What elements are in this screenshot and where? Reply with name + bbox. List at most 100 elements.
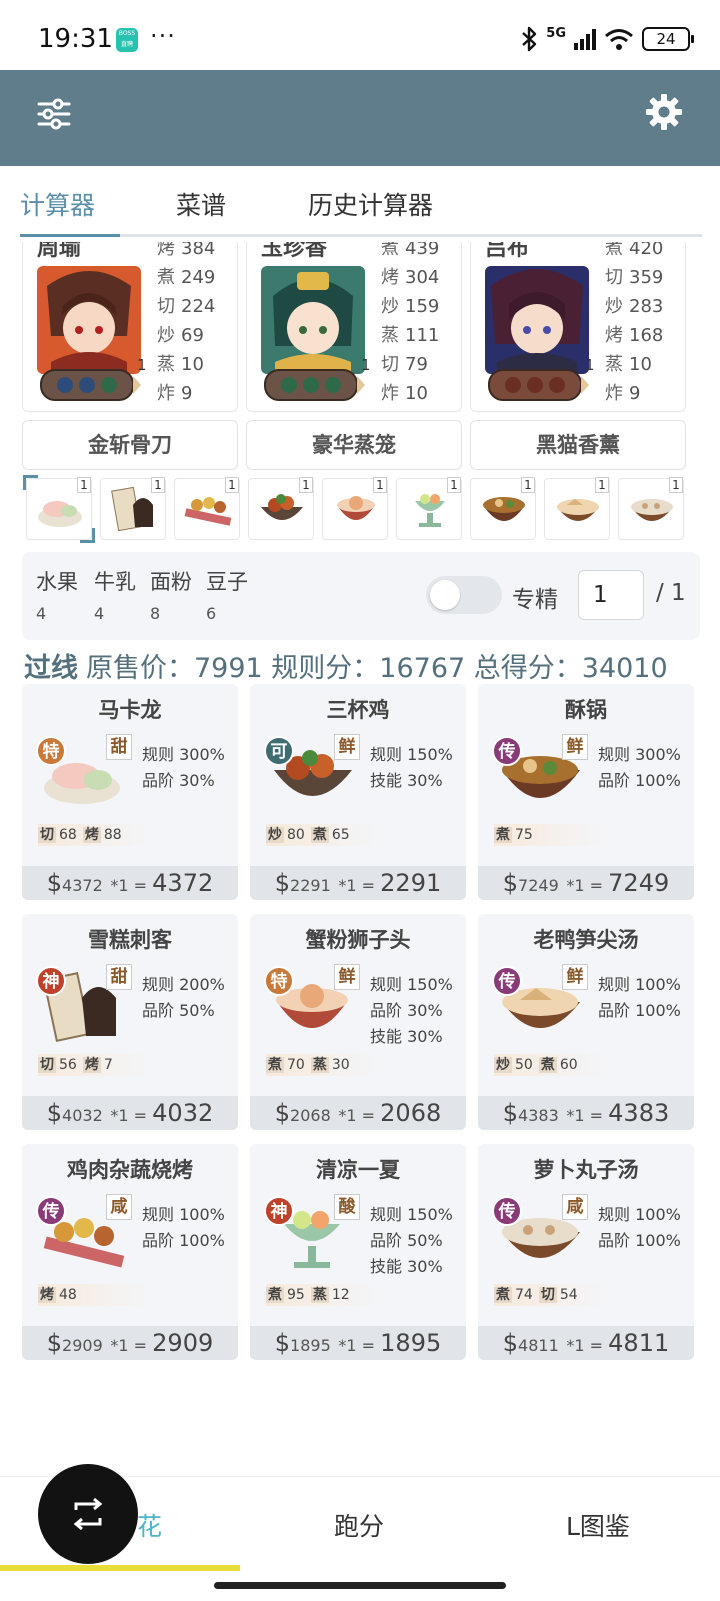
rarity-badge: 传 [492,966,522,996]
result-card[interactable]: 三杯鸡可 鲜规则 150% 技能 30% 炒 80 煮 65 $2291 *1 = 2291 [250,684,466,900]
chef-name: 吕布 [485,242,530,261]
skill-value: 70 [287,1057,305,1073]
skill-type: 切 [38,1057,56,1073]
status-bar: 19:31 BOSS直聘 ··· 5G 24 [0,0,720,70]
total-price: 4372 [152,869,214,897]
unit-price: 4383 [518,1106,559,1125]
skill-value: 74 [515,1287,533,1303]
total-price: 2291 [380,869,442,897]
chef-card[interactable]: 吕布 1 煮 420 切 359 炒 283 烤 168 蒸 10 炸9 [470,242,686,412]
rule-line: 品阶 50% [370,1231,443,1250]
dollar-icon: $ [274,1329,291,1357]
dish-name: 萝卜丸子汤 [533,1158,639,1182]
chef-card[interactable]: 周瑜 1 烤 384 煮 249 切 224 炒 69 蒸 10 炸9 [22,242,238,412]
dish-thumb[interactable]: 1 [23,475,95,543]
skill-requirements: 煮 75 [494,824,604,846]
rule-line: 品阶 100% [598,771,681,790]
result-card[interactable]: 酥锅传 鲜规则 300% 品阶 100% 煮 75 $7249 *1 = 7249 [478,684,694,900]
quantity: *1 [566,876,585,895]
dollar-icon: $ [46,869,63,897]
bluetooth-icon [522,26,537,52]
skill-value: 95 [287,1287,305,1303]
dish-name: 鸡肉杂蔬烧烤 [67,1158,193,1182]
dish-thumb[interactable]: 1 [618,477,684,540]
rule-line: 规则 200% [142,975,225,994]
radish-meatball-soup-icon [631,499,673,521]
app-bar [0,70,720,166]
skill-value: 68 [59,827,77,843]
dish-thumb[interactable]: 1 [322,477,388,540]
dish-thumb[interactable]: 1 [396,477,462,540]
result-card[interactable]: 鸡肉杂蔬烧烤传 咸规则 100% 品阶 100% 烤 48 $2909 *1 = 2909 [22,1144,238,1360]
battery-icon: 24 [642,27,694,51]
tab-calculator[interactable]: 计算器 [20,186,95,222]
rarity-badge: 传 [492,736,522,766]
skill-value: 60 [559,1057,578,1073]
dish-count: 1 [373,477,387,493]
dish-thumb[interactable]: 1 [174,477,240,540]
flavor-tag: 鲜 [334,734,360,760]
quantity: *1 [110,1106,129,1125]
dish-strip: 1 1 1 1 1 1 1 1 1 [20,474,704,544]
price-row: $4811 *1 = 4811 [478,1326,694,1360]
ingredient-beans: 豆子 6 [206,570,248,623]
nav-encyclopedia[interactable]: L图鉴 [566,1507,630,1543]
skill-value: 50 [515,1057,533,1073]
dish-thumb[interactable]: 1 [544,477,610,540]
tab-recipes[interactable]: 菜谱 [176,186,226,222]
equals-sign: = [128,1106,153,1125]
equals-sign: = [584,1336,609,1355]
tab-history-calculator[interactable]: 历史计算器 [308,186,433,222]
dish-thumb[interactable]: 1 [470,477,536,540]
skill-value: 75 [515,827,533,843]
rule-line: 规则 100% [598,975,681,994]
dish-count: 1 [151,477,165,493]
nav-scoring[interactable]: 跑分 [334,1507,384,1543]
rule-list: 规则 150% 技能 30% [370,742,453,794]
dish-thumb[interactable]: 1 [100,477,166,540]
chef-card[interactable]: 玉珍香 1 煮 439 烤 304 炒 159 蒸 111 切 79 炸 10 [246,242,462,412]
dollar-icon: $ [502,1329,519,1357]
rule-line: 技能 30% [370,771,443,790]
rule-line: 规则 100% [142,1205,225,1224]
rule-line: 规则 150% [370,1205,453,1224]
rule-list: 规则 100% 品阶 100% [142,1202,225,1254]
equals-sign: = [128,1336,153,1355]
dish-thumb[interactable]: 1 [248,477,314,540]
gear-icon[interactable] [644,92,684,132]
rule-line: 品阶 100% [142,1231,225,1250]
equipment-button[interactable]: 黑猫香薰 [470,420,686,470]
equipment-button[interactable]: 豪华蒸笼 [246,420,462,470]
rule-line: 规则 300% [598,745,681,764]
rule-line: 规则 150% [370,745,453,764]
total-price: 1895 [380,1329,442,1357]
quantity: *1 [110,876,129,895]
result-card[interactable]: 蟹粉狮子头特 鲜规则 150% 品阶 30% 技能 30% 煮 70 蒸 30 $2068 *1… [250,914,466,1130]
dollar-icon: $ [502,869,519,897]
rarity-badge: 神 [36,966,66,996]
skill-type: 切 [538,1287,557,1303]
rule-line: 品阶 100% [598,1001,681,1020]
rarity-badge: 传 [36,1196,66,1226]
page-number-input[interactable]: 1 [578,570,644,620]
score-text: 原售价：7991 规则分：16767 总得分：34010 [86,653,668,684]
unit-price: 7249 [518,876,559,895]
dollar-icon: $ [46,1099,63,1127]
result-card[interactable]: 马卡龙特 甜规则 300% 品阶 30% 切 68 烤 88 $4372 *1 = 4372 [22,684,238,900]
ingredient-fruit: 水果 4 [36,570,78,623]
result-card[interactable]: 萝卜丸子汤传 咸规则 100% 品阶 100% 煮 74 切 54 $4811 *1 = 48… [478,1144,694,1360]
equals-sign: = [584,876,609,895]
skill-type: 煮 [494,827,512,843]
equipment-button[interactable]: 金斩骨刀 [22,420,238,470]
tab-bar: 计算器 菜谱 历史计算器 [0,166,720,238]
rarity-badge: 传 [492,1196,522,1226]
result-card[interactable]: 雪糕刺客神 甜规则 200% 品阶 50% 切 56 烤 7 $4032 *1 = 4032 [22,914,238,1130]
filter-sliders-icon[interactable] [36,96,72,132]
result-card[interactable]: 老鸭笋尖汤传 鲜规则 100% 品阶 100% 炒 50 煮 60 $4383 *1 = 43… [478,914,694,1130]
swap-button[interactable] [38,1464,138,1564]
dollar-icon: $ [274,1099,291,1127]
dish-name: 三杯鸡 [326,698,390,722]
result-card[interactable]: 清凉一夏神 酸规则 150% 品阶 50% 技能 30% 煮 95 蒸 12 $1895 *1 … [250,1144,466,1360]
specialize-toggle[interactable] [426,576,502,614]
unit-price: 1895 [290,1336,331,1355]
